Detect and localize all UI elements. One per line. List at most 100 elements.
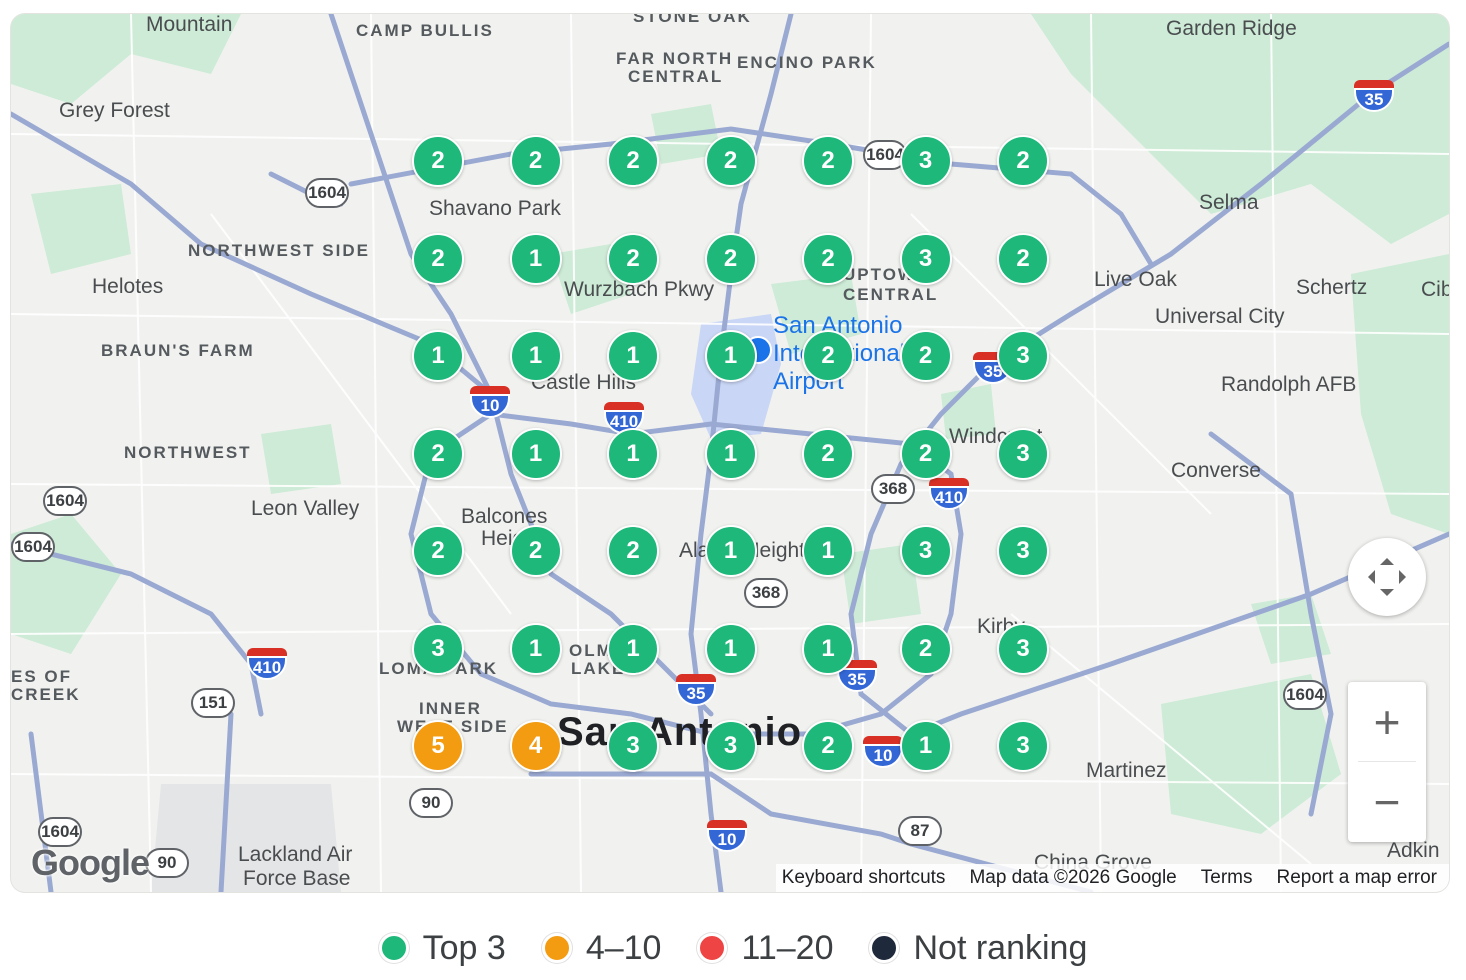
interstate-shield: 10 xyxy=(707,820,747,856)
rank-pin[interactable]: 3 xyxy=(899,525,952,577)
rank-pin[interactable]: 1 xyxy=(607,622,659,675)
rank-pin[interactable]: 2 xyxy=(802,330,854,382)
rank-pin[interactable]: 1 xyxy=(704,330,757,382)
place-label: ES OF xyxy=(11,667,73,686)
rank-pin[interactable]: 2 xyxy=(704,135,757,187)
legend-dot-icon xyxy=(697,933,728,963)
interstate-shield: 35 xyxy=(676,674,716,710)
route-shield: 1604 xyxy=(43,486,87,516)
route-shield: 368 xyxy=(744,578,788,608)
interstate-shield: 10 xyxy=(863,736,903,772)
rank-pin[interactable]: 1 xyxy=(509,622,562,675)
rank-pin[interactable]: 3 xyxy=(899,135,952,187)
place-label: CENTRAL xyxy=(628,67,724,86)
legend-label: Not ranking xyxy=(913,928,1088,967)
place-label: ENCINO PARK xyxy=(737,53,877,72)
rank-pin[interactable]: 3 xyxy=(997,622,1049,675)
place-label: Shavano Park xyxy=(429,197,561,220)
rank-pin[interactable]: 3 xyxy=(997,525,1049,577)
legend-label: Top 3 xyxy=(422,928,506,967)
place-label: CREEK xyxy=(11,685,81,704)
rank-pin[interactable]: 1 xyxy=(704,427,757,480)
rank-pin[interactable]: 2 xyxy=(509,135,562,187)
route-shield: 87 xyxy=(898,816,942,846)
rank-pin[interactable]: 1 xyxy=(704,525,757,577)
route-shield: 368 xyxy=(871,474,915,504)
zoom-control: + − xyxy=(1348,682,1426,842)
google-logo: Google xyxy=(31,842,150,883)
route-shield: 1604 xyxy=(1283,680,1327,710)
zoom-out-button[interactable]: − xyxy=(1348,762,1426,842)
rank-pin[interactable]: 1 xyxy=(509,427,562,480)
rank-pin[interactable]: 1 xyxy=(802,622,854,675)
rank-pin[interactable]: 2 xyxy=(412,232,464,285)
rank-pin[interactable]: 3 xyxy=(607,720,659,772)
rank-pin[interactable]: 1 xyxy=(509,232,562,285)
fullscreen-icon xyxy=(1368,558,1406,596)
place-label: BRAUN'S FARM xyxy=(101,341,255,360)
rank-pin[interactable]: 2 xyxy=(509,525,562,577)
rank-pin[interactable]: 2 xyxy=(802,720,854,772)
map-canvas[interactable]: Mountain CAMP BULLIS STONE OAK FAR NORTH CEN… xyxy=(11,14,1449,892)
rank-pin[interactable]: 2 xyxy=(412,135,464,187)
rank-pin[interactable]: 3 xyxy=(412,622,464,675)
place-label: Selma xyxy=(1199,191,1259,214)
rank-pin[interactable]: 2 xyxy=(899,427,952,480)
place-label: CAMP BULLIS xyxy=(356,21,494,40)
rank-pin[interactable]: 3 xyxy=(997,330,1049,382)
place-label: Balcones xyxy=(461,505,548,528)
legend-dot-icon xyxy=(869,933,900,963)
place-label: Live Oak xyxy=(1094,268,1177,291)
rank-pin[interactable]: 5 xyxy=(412,720,464,772)
rank-pin[interactable]: 3 xyxy=(997,720,1049,772)
rank-pin[interactable]: 3 xyxy=(899,232,952,285)
legend-dot-icon xyxy=(378,933,409,963)
place-label: Force Base xyxy=(243,867,351,890)
rank-pin[interactable]: 1 xyxy=(704,622,757,675)
rank-pin[interactable]: 2 xyxy=(607,232,659,285)
rank-pin[interactable]: 2 xyxy=(802,135,854,187)
rank-pin[interactable]: 2 xyxy=(412,427,464,480)
rank-pin[interactable]: 2 xyxy=(412,525,464,577)
place-label: Martinez xyxy=(1086,759,1167,782)
rank-pin[interactable]: 2 xyxy=(607,525,659,577)
place-label: Schertz xyxy=(1296,276,1368,299)
rank-pin[interactable]: 1 xyxy=(412,330,464,382)
rank-pin[interactable]: 2 xyxy=(802,427,854,480)
rank-pin[interactable]: 1 xyxy=(509,330,562,382)
place-label: Mountain xyxy=(146,14,233,36)
rank-pin[interactable]: 2 xyxy=(607,135,659,187)
place-label: Randolph AFB xyxy=(1221,373,1357,396)
rank-pin[interactable]: 1 xyxy=(607,330,659,382)
zoom-in-button[interactable]: + xyxy=(1348,682,1426,762)
terms-link[interactable]: Terms xyxy=(1201,867,1253,889)
route-shield: 90 xyxy=(409,788,453,818)
report-map-error-link[interactable]: Report a map error xyxy=(1276,867,1437,889)
place-label: Adkin xyxy=(1387,839,1440,862)
legend-label: 11–20 xyxy=(741,928,834,967)
rank-pin[interactable]: 1 xyxy=(607,427,659,480)
place-label: INNER xyxy=(419,699,482,718)
legend-item: Not ranking xyxy=(869,929,1087,968)
rank-pin[interactable]: 3 xyxy=(704,720,757,772)
legend-dot-icon xyxy=(541,933,572,963)
rank-pin[interactable]: 2 xyxy=(997,135,1049,187)
rank-pin[interactable]: 2 xyxy=(704,232,757,285)
rank-pin[interactable]: 4 xyxy=(509,720,562,772)
route-shield: 151 xyxy=(191,688,235,718)
route-shield: 1604 xyxy=(11,532,55,562)
fullscreen-button[interactable] xyxy=(1348,538,1426,616)
legend-label: 4–10 xyxy=(585,928,662,967)
place-label: NORTHWEST SIDE xyxy=(188,241,370,260)
place-label: FAR NORTH xyxy=(616,49,734,68)
rank-pin[interactable]: 1 xyxy=(802,525,854,577)
rank-pin[interactable]: 2 xyxy=(802,232,854,285)
rank-pin[interactable]: 2 xyxy=(997,232,1049,285)
rank-pin[interactable]: 1 xyxy=(899,720,952,772)
rank-pin[interactable]: 2 xyxy=(899,330,952,382)
rank-pin[interactable]: 2 xyxy=(899,622,952,675)
keyboard-shortcuts-link[interactable]: Keyboard shortcuts xyxy=(782,867,946,889)
route-shield: 1604 xyxy=(305,178,349,208)
place-label: Helotes xyxy=(92,275,164,298)
rank-pin[interactable]: 3 xyxy=(997,427,1049,480)
